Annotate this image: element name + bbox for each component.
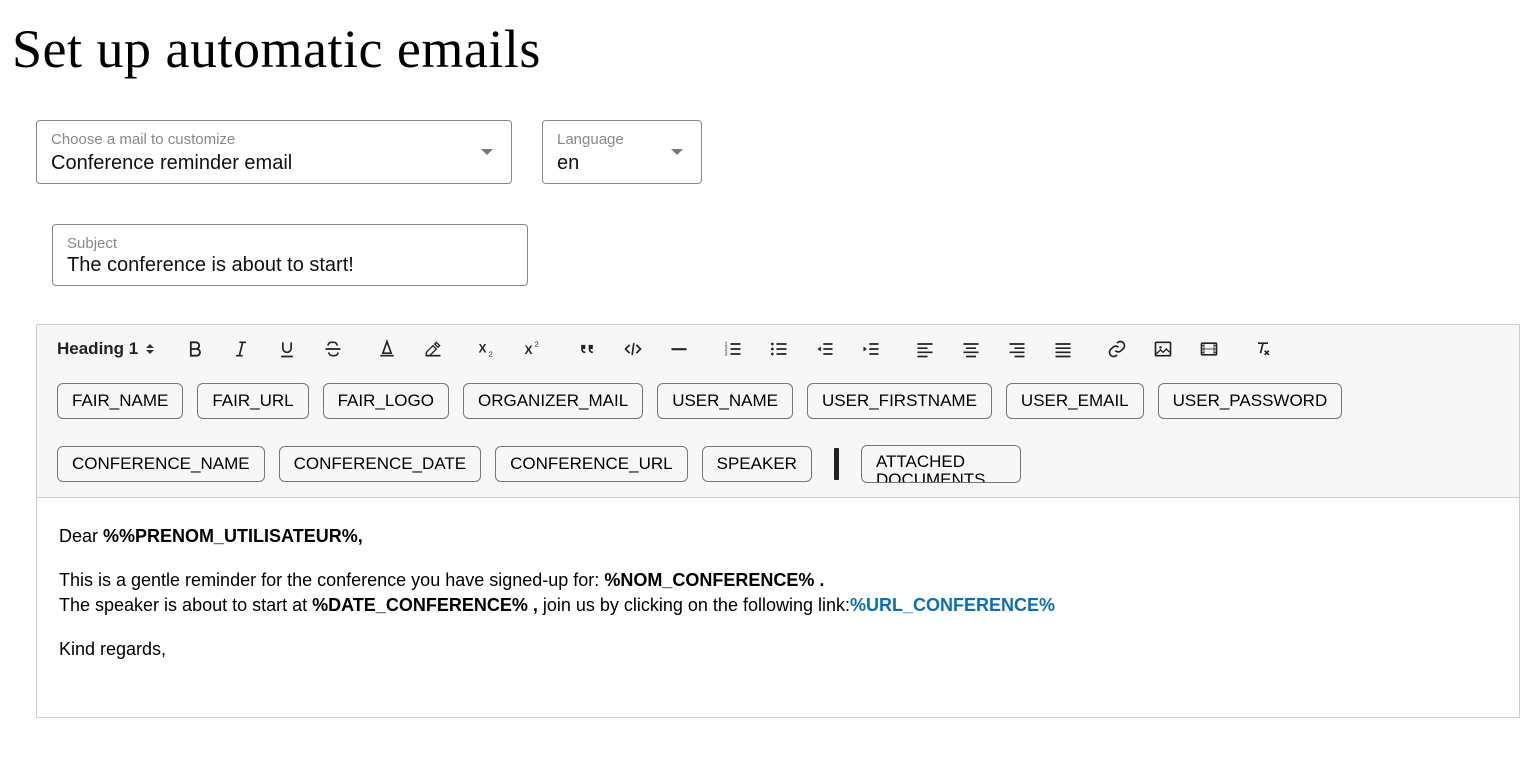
highlight-icon[interactable] xyxy=(420,337,446,361)
editor-toolbar: Heading 1 X2 X2 xyxy=(36,324,1520,498)
language-label: Language xyxy=(557,131,687,148)
underline-icon[interactable] xyxy=(274,337,300,361)
subscript-icon[interactable]: X2 xyxy=(474,337,500,361)
clear-format-icon[interactable] xyxy=(1250,337,1276,361)
chevron-down-icon xyxy=(481,149,493,155)
align-justify-icon[interactable] xyxy=(1050,337,1076,361)
subject-value: The conference is about to start! xyxy=(67,254,513,277)
subject-input[interactable]: Subject The conference is about to start… xyxy=(52,224,528,286)
heading-select[interactable]: Heading 1 xyxy=(57,339,154,359)
token-conference_name[interactable]: CONFERENCE_NAME xyxy=(57,446,265,482)
svg-text:X: X xyxy=(525,344,533,357)
image-icon[interactable] xyxy=(1150,337,1176,361)
unordered-list-icon[interactable] xyxy=(766,337,792,361)
language-select[interactable]: Language en xyxy=(542,120,702,184)
link-icon[interactable] xyxy=(1104,337,1130,361)
token-user_firstname[interactable]: USER_FIRSTNAME xyxy=(807,383,992,419)
ordered-list-icon[interactable]: 123 xyxy=(720,337,746,361)
body-line2b: %NOM_CONFERENCE% . xyxy=(604,570,824,590)
subject-label: Subject xyxy=(67,235,513,252)
mail-template-label: Choose a mail to customize xyxy=(51,131,497,148)
align-center-icon[interactable] xyxy=(958,337,984,361)
page-title: Set up automatic emails xyxy=(12,18,1520,80)
align-right-icon[interactable] xyxy=(1004,337,1030,361)
body-url-link[interactable]: %URL_CONFERENCE% xyxy=(850,595,1055,615)
body-line3c: join us by clicking on the following lin… xyxy=(538,595,850,615)
token-separator xyxy=(834,448,839,480)
heading-label: Heading 1 xyxy=(57,339,138,359)
svg-text:3: 3 xyxy=(725,352,728,358)
blockquote-icon[interactable] xyxy=(574,337,600,361)
mail-template-value: Conference reminder email xyxy=(51,152,497,175)
align-left-icon[interactable] xyxy=(912,337,938,361)
body-closing: Kind regards, xyxy=(59,637,1497,661)
token-organizer_mail[interactable]: ORGANIZER_MAIL xyxy=(463,383,643,419)
body-dear-prefix: Dear xyxy=(59,526,103,546)
body-dear-token: %%PRENOM_UTILISATEUR%, xyxy=(103,526,363,546)
token-user_name[interactable]: USER_NAME xyxy=(657,383,793,419)
mail-template-select[interactable]: Choose a mail to customize Conference re… xyxy=(36,120,512,184)
superscript-icon[interactable]: X2 xyxy=(520,337,546,361)
sort-icon xyxy=(146,344,154,354)
horizontal-rule-icon[interactable] xyxy=(666,337,692,361)
code-icon[interactable] xyxy=(620,337,646,361)
video-icon[interactable] xyxy=(1196,337,1222,361)
indent-icon[interactable] xyxy=(858,337,884,361)
token-user_email[interactable]: USER_EMAIL xyxy=(1006,383,1144,419)
token-fair_url[interactable]: FAIR_URL xyxy=(197,383,308,419)
body-line2a: This is a gentle reminder for the confer… xyxy=(59,570,604,590)
body-line3b: %DATE_CONFERENCE% , xyxy=(312,595,538,615)
token-conference_date[interactable]: CONFERENCE_DATE xyxy=(279,446,482,482)
token-speaker[interactable]: SPEAKER xyxy=(702,446,812,482)
bold-icon[interactable] xyxy=(182,337,208,361)
token-fair_logo[interactable]: FAIR_LOGO xyxy=(323,383,449,419)
svg-text:2: 2 xyxy=(535,340,539,349)
language-value: en xyxy=(557,152,687,175)
editor-body[interactable]: Dear %%PRENOM_UTILISATEUR%, This is a ge… xyxy=(36,498,1520,718)
token-user_password[interactable]: USER_PASSWORD xyxy=(1158,383,1343,419)
italic-icon[interactable] xyxy=(228,337,254,361)
font-color-icon[interactable] xyxy=(374,337,400,361)
outdent-icon[interactable] xyxy=(812,337,838,361)
token-attached-documents[interactable]: ATTACHEDDOCUMENTS xyxy=(861,445,1021,483)
svg-text:2: 2 xyxy=(489,350,493,359)
svg-text:X: X xyxy=(479,342,487,355)
strikethrough-icon[interactable] xyxy=(320,337,346,361)
body-line3a: The speaker is about to start at xyxy=(59,595,312,615)
chevron-down-icon xyxy=(671,149,683,155)
token-fair_name[interactable]: FAIR_NAME xyxy=(57,383,183,419)
token-conference_url[interactable]: CONFERENCE_URL xyxy=(495,446,687,482)
